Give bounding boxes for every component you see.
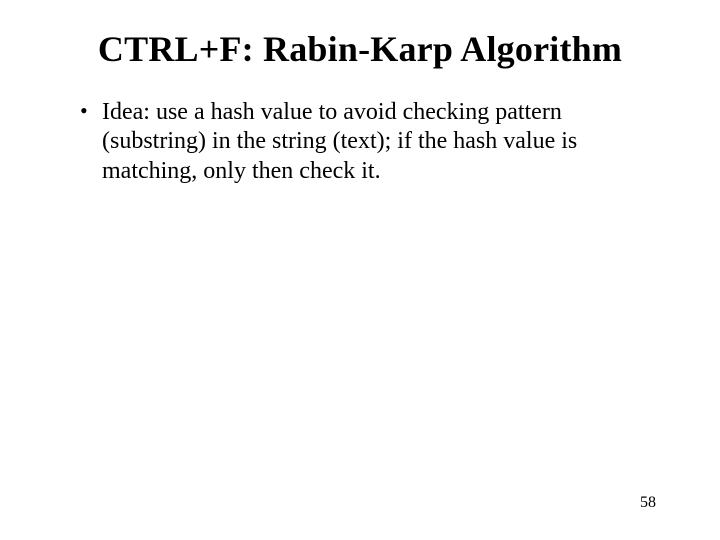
slide-title: CTRL+F: Rabin-Karp Algorithm [50, 28, 670, 70]
page-number: 58 [640, 494, 656, 512]
slide-container: CTRL+F: Rabin-Karp Algorithm Idea: use a… [0, 0, 720, 540]
bullet-list: Idea: use a hash value to avoid checking… [50, 98, 670, 186]
bullet-item: Idea: use a hash value to avoid checking… [80, 98, 670, 186]
